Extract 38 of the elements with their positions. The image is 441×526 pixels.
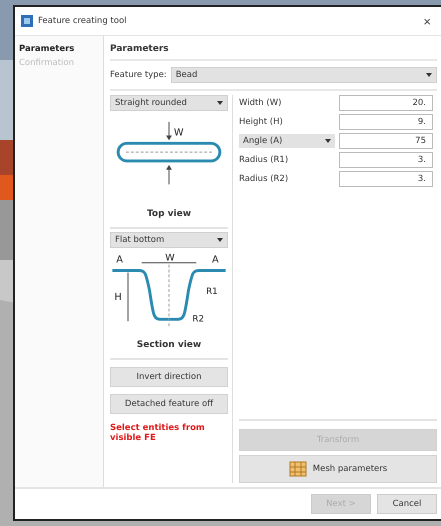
parameter-field[interactable]: 20. [339,95,433,111]
feature-type-value: Bead [176,70,198,80]
caret-icon [217,238,223,242]
caret-icon [426,73,432,77]
close-button[interactable]: × [419,14,435,28]
invert-direction-button[interactable]: Invert direction [110,367,228,387]
top-view-caption: Top view [110,205,228,229]
mesh-parameters-button[interactable]: Mesh parameters [239,455,437,483]
profile-value: Flat bottom [115,235,164,245]
section-view-drawing: A W A H R1 R2 [110,251,228,333]
feature-type-label: Feature type: [110,70,167,80]
cancel-button[interactable]: Cancel [377,494,437,514]
shape-dropdown[interactable]: Straight rounded [110,95,228,111]
parameter-field[interactable]: 3. [339,152,433,168]
caret-icon [217,101,223,105]
profile-dropdown[interactable]: Flat bottom [110,232,228,248]
mesh-parameters-label: Mesh parameters [312,464,388,474]
section-view-caption: Section view [110,336,228,360]
app-icon [21,15,33,27]
parameter-label: Radius (R1) [239,154,290,167]
parameter-label: Angle (A) [243,136,282,146]
parameter-field[interactable]: 75 [339,133,433,149]
step-item[interactable]: Parameters [19,44,99,54]
parameter-field[interactable]: 3. [339,171,433,187]
warning-text: Select entities from visible FE [110,423,206,443]
parameter-label: Width (W) [239,97,282,110]
grid-icon [288,461,307,477]
top-view-drawing: W [110,114,228,202]
shape-value: Straight rounded [115,98,187,108]
parameter-label: Radius (R2) [239,173,290,186]
feature-type-dropdown[interactable]: Bead [170,67,437,83]
parameter-dropdown[interactable]: Angle (A) [239,134,335,148]
parameter-field[interactable]: 9. [339,114,433,130]
parameter-label: Height (H) [239,116,284,129]
window-title: Feature creating tool [38,16,128,26]
detached-feature-button[interactable]: Detached feature off [110,394,228,414]
caret-icon [325,139,331,143]
section-heading: Parameters [110,42,437,61]
